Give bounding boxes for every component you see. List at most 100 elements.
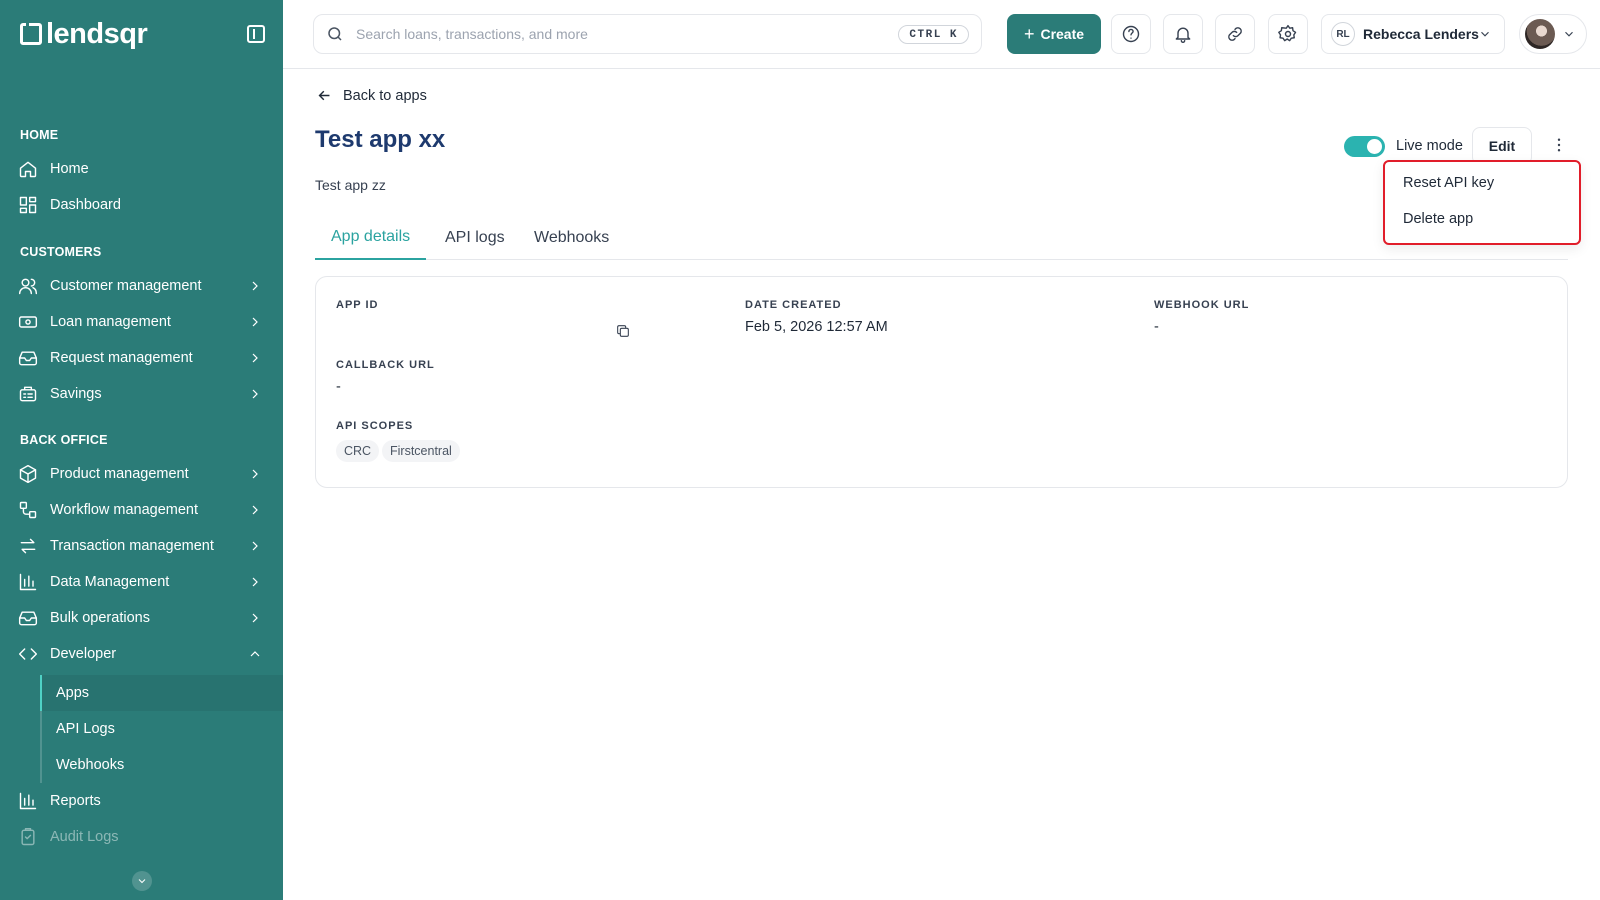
create-button[interactable]: + Create bbox=[1007, 14, 1101, 54]
sidebar-item-label: Customer management bbox=[50, 278, 202, 294]
sidebar-subitem-apps[interactable]: Apps bbox=[40, 675, 283, 711]
more-vertical-icon bbox=[1557, 138, 1561, 152]
chevron-right-icon bbox=[247, 350, 263, 366]
bar-chart-icon bbox=[18, 791, 38, 811]
app-details-card: APP ID DATE CREATED Feb 5, 2026 12:57 AM… bbox=[315, 276, 1568, 488]
search-box[interactable]: CTRL K bbox=[313, 14, 982, 54]
links-button[interactable] bbox=[1215, 14, 1255, 54]
collapse-sidebar-icon[interactable] bbox=[247, 25, 265, 43]
sidebar-item-savings[interactable]: Savings bbox=[0, 377, 283, 411]
sidebar-item-workflow-management[interactable]: Workflow management bbox=[0, 493, 283, 527]
tabs: App details API logs Webhooks bbox=[315, 215, 1568, 260]
profile-button[interactable] bbox=[1519, 14, 1587, 54]
sidebar-subitem-webhooks[interactable]: Webhooks bbox=[40, 747, 283, 783]
section-home: HOME bbox=[20, 128, 59, 142]
sidebar-item-home[interactable]: Home bbox=[0, 152, 283, 186]
sidebar-item-data-management[interactable]: Data Management bbox=[0, 565, 283, 599]
chevron-right-icon bbox=[247, 610, 263, 626]
chevron-up-icon bbox=[247, 646, 263, 662]
sidebar-item-developer[interactable]: Developer bbox=[0, 637, 283, 671]
date-created-value: Feb 5, 2026 12:57 AM bbox=[745, 319, 888, 335]
chevron-down-icon bbox=[138, 879, 146, 884]
sidebar-item-product-management[interactable]: Product management bbox=[0, 457, 283, 491]
chevron-right-icon bbox=[247, 278, 263, 294]
sidebar-item-label: Home bbox=[50, 161, 89, 177]
sidebar-subitem-api-logs[interactable]: API Logs bbox=[40, 711, 283, 747]
link-icon bbox=[1228, 27, 1242, 41]
brand-name: lendsqr bbox=[46, 17, 148, 50]
gear-icon bbox=[1278, 24, 1297, 42]
tab-app-details[interactable]: App details bbox=[315, 215, 427, 260]
sidebar-item-bulk-operations[interactable]: Bulk operations bbox=[0, 601, 283, 635]
tab-webhooks[interactable]: Webhooks bbox=[518, 215, 625, 260]
menu-item-reset-api-key[interactable]: Reset API key bbox=[1403, 175, 1494, 191]
avatar bbox=[1525, 19, 1555, 49]
create-button-label: Create bbox=[1040, 26, 1085, 42]
keyboard-shortcut: CTRL K bbox=[898, 25, 969, 44]
bell-icon bbox=[1175, 27, 1191, 43]
section-back-office: BACK OFFICE bbox=[20, 433, 108, 447]
sidebar-item-label: Workflow management bbox=[50, 502, 199, 518]
sidebar: lendsqr HOME Home Dashboard CUSTOMERS Cu… bbox=[0, 0, 283, 900]
sidebar-item-label: Savings bbox=[50, 386, 102, 402]
sidebar-item-dashboard[interactable]: Dashboard bbox=[0, 188, 283, 222]
main-content: Back to apps Test app xx Test app zz Liv… bbox=[283, 70, 1600, 900]
dashboard-icon bbox=[18, 195, 38, 215]
workflow-icon bbox=[18, 500, 38, 520]
sidebar-item-request-management[interactable]: Request management bbox=[0, 341, 283, 375]
help-button[interactable] bbox=[1111, 14, 1151, 54]
back-to-apps-link[interactable]: Back to apps bbox=[316, 87, 427, 104]
chevron-right-icon bbox=[247, 502, 263, 518]
sidebar-item-label: Audit Logs bbox=[50, 829, 119, 845]
sidebar-item-label: Developer bbox=[50, 646, 117, 662]
users-icon bbox=[18, 276, 38, 296]
webhook-url-value: - bbox=[1154, 319, 1159, 335]
sidebar-item-label: Product management bbox=[50, 466, 189, 482]
search-input[interactable] bbox=[356, 26, 876, 42]
webhook-url-label: WEBHOOK URL bbox=[1154, 299, 1250, 311]
clipboard-icon bbox=[18, 827, 38, 847]
sidebar-item-customer-management[interactable]: Customer management bbox=[0, 269, 283, 303]
section-customers: CUSTOMERS bbox=[20, 245, 102, 259]
notifications-button[interactable] bbox=[1163, 14, 1203, 54]
page-description: Test app zz bbox=[315, 177, 386, 193]
sidebar-item-label: Dashboard bbox=[50, 197, 121, 213]
plus-icon: + bbox=[1023, 23, 1035, 44]
sidebar-item-label: Loan management bbox=[50, 314, 171, 330]
chevron-right-icon bbox=[247, 466, 263, 482]
brand-logo[interactable]: lendsqr bbox=[20, 17, 148, 50]
copy-icon[interactable] bbox=[615, 323, 631, 339]
inbox-icon bbox=[18, 348, 38, 368]
sidebar-item-label: Request management bbox=[50, 350, 193, 366]
topbar: CTRL K + Create RL Rebecca Lenders bbox=[283, 0, 1600, 69]
more-options-button[interactable] bbox=[1544, 130, 1574, 160]
sidebar-item-label: Data Management bbox=[50, 574, 170, 590]
sidebar-item-loan-management[interactable]: Loan management bbox=[0, 305, 283, 339]
api-scopes-label: API SCOPES bbox=[336, 420, 414, 432]
chevron-right-icon bbox=[247, 314, 263, 330]
app-id-label: APP ID bbox=[336, 299, 379, 311]
user-menu-button[interactable]: RL Rebecca Lenders bbox=[1321, 14, 1505, 54]
scope-chip: CRC bbox=[336, 440, 380, 462]
live-mode-toggle[interactable] bbox=[1344, 136, 1385, 157]
sidebar-item-audit-logs[interactable]: Audit Logs bbox=[0, 820, 283, 854]
settings-button[interactable] bbox=[1268, 14, 1308, 54]
sidebar-item-label: Reports bbox=[50, 793, 101, 809]
search-icon bbox=[328, 27, 342, 41]
tab-api-logs[interactable]: API logs bbox=[429, 215, 521, 260]
scope-chip: Firstcentral bbox=[382, 440, 460, 462]
sidebar-item-transaction-management[interactable]: Transaction management bbox=[0, 529, 283, 563]
user-initials: RL bbox=[1331, 22, 1355, 46]
sidebar-item-reports[interactable]: Reports bbox=[0, 784, 283, 818]
chevron-down-icon bbox=[1562, 27, 1576, 46]
sidebar-item-label: Bulk operations bbox=[50, 610, 150, 626]
chevron-right-icon bbox=[247, 386, 263, 402]
home-icon bbox=[18, 159, 38, 179]
code-icon bbox=[18, 644, 38, 664]
date-created-label: DATE CREATED bbox=[745, 299, 842, 311]
scroll-down-button[interactable] bbox=[132, 871, 152, 891]
inbox-icon bbox=[18, 608, 38, 628]
back-link-label: Back to apps bbox=[343, 87, 427, 104]
chevron-right-icon bbox=[247, 574, 263, 590]
chevron-right-icon bbox=[247, 538, 263, 554]
